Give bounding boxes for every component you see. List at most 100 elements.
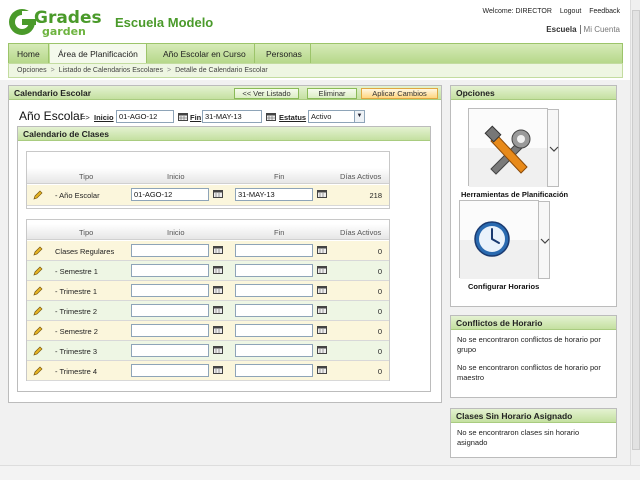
classes-panel-header: Calendario de Clases xyxy=(18,127,430,141)
terms-table-header: Tipo Inicio Fin Días Activos xyxy=(27,224,389,240)
estatus-select-value: Activo xyxy=(311,112,332,121)
row-fin-input[interactable] xyxy=(235,364,313,377)
estatus-select[interactable]: Activo ▼ xyxy=(308,110,365,123)
calendar-icon[interactable] xyxy=(266,112,276,121)
row-inicio-input[interactable] xyxy=(131,364,209,377)
unassigned-panel-header: Clases Sin Horario Asignado xyxy=(451,409,616,423)
back-to-list-button[interactable]: << Ver Listado xyxy=(234,88,299,99)
calendar-icon[interactable] xyxy=(213,265,223,274)
configure-schedules-caption[interactable]: Configurar Horarios xyxy=(468,282,539,291)
conflicts-panel-title: Conflictos de Horario xyxy=(456,318,543,328)
planning-tools-caption[interactable]: Herramientas de Planificación xyxy=(461,190,568,199)
tools-icon xyxy=(469,109,549,187)
pencil-icon[interactable] xyxy=(33,326,43,336)
calendar-icon[interactable] xyxy=(213,365,223,374)
table-row: - Trimestre 4 0 xyxy=(27,361,389,381)
school-year-label: Año Escolar xyxy=(19,109,84,123)
calendar-icon[interactable] xyxy=(213,245,223,254)
row-inicio-input[interactable] xyxy=(131,284,209,297)
breadcrumb-opciones[interactable]: Opciones xyxy=(17,67,47,74)
apply-changes-button[interactable]: Aplicar Cambios xyxy=(361,88,438,99)
fin-label: Fin xyxy=(190,113,202,122)
row-dias: 0 xyxy=(377,267,382,276)
row-dias: 218 xyxy=(369,191,382,200)
calendar-icon[interactable] xyxy=(317,265,327,274)
pencil-icon[interactable] xyxy=(33,190,43,200)
pencil-icon[interactable] xyxy=(33,286,43,296)
row-inicio-input[interactable] xyxy=(131,244,209,257)
row-fin-input[interactable] xyxy=(235,324,313,337)
planning-tools-button[interactable] xyxy=(468,108,559,187)
pencil-icon[interactable] xyxy=(33,346,43,356)
row-fin-input[interactable] xyxy=(235,264,313,277)
row-tipo: - Trimestre 3 xyxy=(55,347,98,356)
tab-personas[interactable]: Personas xyxy=(258,44,311,64)
horizontal-scrollbar[interactable] xyxy=(0,465,640,480)
chevron-down-icon[interactable]: ▼ xyxy=(354,111,364,122)
row-inicio-input[interactable] xyxy=(131,324,209,337)
conflicts-group-message: No se encontraron conflictos de horario … xyxy=(457,335,601,354)
calendar-icon[interactable] xyxy=(213,345,223,354)
calendar-icon[interactable] xyxy=(317,305,327,314)
calendar-icon[interactable] xyxy=(213,305,223,314)
clock-icon xyxy=(460,201,540,279)
table-row: - Año Escolar 01-AGO-12 31-MAY-13 218 xyxy=(27,185,389,206)
row-inicio-input[interactable] xyxy=(131,304,209,317)
options-panel-header: Opciones xyxy=(451,86,616,100)
row-dias: 0 xyxy=(377,347,382,356)
planning-tools-dropdown[interactable] xyxy=(547,109,559,187)
configure-schedules-button[interactable] xyxy=(459,200,550,279)
pencil-icon[interactable] xyxy=(33,366,43,376)
col-dias: Días Activos xyxy=(340,228,382,237)
delete-button[interactable]: Eliminar xyxy=(307,88,357,99)
calendar-icon[interactable] xyxy=(213,285,223,294)
logout-link[interactable]: Logout xyxy=(560,8,581,15)
row-inicio-input[interactable] xyxy=(131,264,209,277)
row-fin-input[interactable] xyxy=(235,284,313,297)
feedback-link[interactable]: Feedback xyxy=(589,8,620,15)
tab-ano-escolar-en-curso[interactable]: Año Escolar en Curso xyxy=(155,44,255,64)
tab-area-planificacion[interactable]: Área de Planificación xyxy=(50,44,147,64)
context-escuela[interactable]: Escuela xyxy=(546,25,576,34)
calendar-icon[interactable] xyxy=(317,245,327,254)
calendar-panel: Calendario Escolar << Ver Listado Elimin… xyxy=(8,85,442,403)
page-header: Grades garden Escuela Modelo Welcome: DI… xyxy=(0,0,630,42)
breadcrumb-listado[interactable]: Listado de Calendarios Escolares xyxy=(59,67,163,74)
year-table-header: Tipo Inicio Fin Días Activos xyxy=(27,168,389,184)
calendar-icon[interactable] xyxy=(317,189,327,198)
row-tipo: - Año Escolar xyxy=(55,191,100,200)
tab-home[interactable]: Home xyxy=(9,44,49,64)
calendar-icon[interactable] xyxy=(317,285,327,294)
scrollbar-thumb[interactable] xyxy=(632,10,640,450)
unassigned-message: No se encontraron clases sin horario asi… xyxy=(457,428,580,447)
table-row: - Semestre 2 0 xyxy=(27,321,389,341)
col-inicio: Inicio xyxy=(167,228,185,237)
row-fin-input[interactable] xyxy=(235,304,313,317)
calendar-icon[interactable] xyxy=(213,325,223,334)
pencil-icon[interactable] xyxy=(33,266,43,276)
calendar-icon[interactable] xyxy=(213,189,223,198)
col-fin: Fin xyxy=(274,228,285,237)
fin-input[interactable]: 31-MAY-13 xyxy=(202,110,262,123)
row-fin-input[interactable]: 31-MAY-13 xyxy=(235,188,313,201)
configure-schedules-dropdown[interactable] xyxy=(538,201,550,279)
calendar-icon[interactable] xyxy=(317,345,327,354)
context-switch: Escuela Mi Cuenta xyxy=(546,25,620,34)
calendar-icon[interactable] xyxy=(178,112,188,121)
table-row: - Trimestre 3 0 xyxy=(27,341,389,361)
calendar-icon[interactable] xyxy=(317,325,327,334)
inicio-input[interactable]: 01-AGO-12 xyxy=(116,110,174,123)
row-inicio-input[interactable]: 01-AGO-12 xyxy=(131,188,209,201)
calendar-icon[interactable] xyxy=(317,365,327,374)
row-tipo: - Trimestre 1 xyxy=(55,287,98,296)
pencil-icon[interactable] xyxy=(33,246,43,256)
pencil-icon[interactable] xyxy=(33,306,43,316)
col-inicio: Inicio xyxy=(167,172,185,181)
row-fin-input[interactable] xyxy=(235,244,313,257)
grades-garden-logo[interactable]: Grades garden xyxy=(8,6,104,38)
col-tipo: Tipo xyxy=(79,228,94,237)
row-fin-input[interactable] xyxy=(235,344,313,357)
context-mi-cuenta[interactable]: Mi Cuenta xyxy=(579,25,620,34)
vertical-scrollbar[interactable] xyxy=(630,0,640,465)
row-inicio-input[interactable] xyxy=(131,344,209,357)
